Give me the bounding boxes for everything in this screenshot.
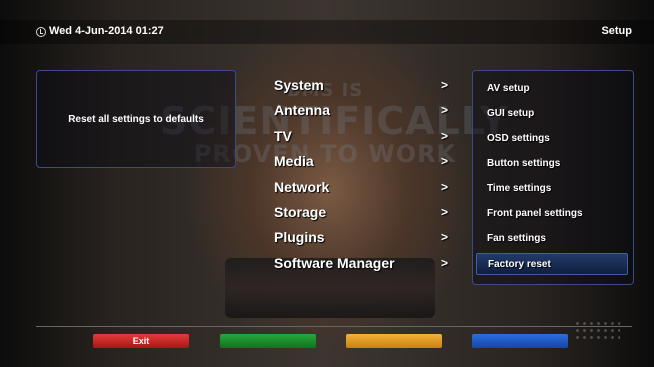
datetime-label: Wed 4-Jun-2014 01:27 [49,25,164,37]
yellow-button[interactable] [346,334,442,348]
menu-item-network[interactable]: Network > [274,176,464,201]
chevron-right-icon: > [441,154,449,169]
chevron-right-icon: > [441,103,449,118]
menu-item-label: Antenna [274,102,330,119]
submenu-item-time-settings[interactable]: Time settings [473,178,633,200]
submenu-item-label: Factory reset [488,259,551,270]
menu-item-storage[interactable]: Storage > [274,201,464,226]
clock-icon [36,27,46,37]
menu-item-label: System [274,77,324,93]
menu-item-label: Network [274,178,330,195]
tv-screen: BMS IS SCIENTIFICALLY PROVEN TO WORK Wed… [0,0,654,367]
chevron-right-icon: > [441,255,449,270]
chevron-right-icon: > [441,128,449,143]
chevron-right-icon: > [441,179,449,194]
main-menu: System > Antenna > TV > Media > Network … [274,74,464,277]
chevron-right-icon: > [441,78,449,92]
menu-item-label: Plugins [274,229,325,246]
submenu-item-label: Button settings [487,158,561,169]
menu-item-tv[interactable]: TV > [274,125,464,150]
submenu-item-factory-reset[interactable]: Factory reset [476,253,628,275]
menu-item-system[interactable]: System > [274,74,464,99]
exit-button[interactable]: Exit [93,334,189,348]
description-text: Reset all settings to defaults [68,113,204,125]
submenu-item-label: GUI setup [487,108,535,119]
footer-divider [36,326,632,327]
submenu-item-label: AV setup [487,83,530,94]
submenu-item-button-settings[interactable]: Button settings [473,153,633,175]
menu-item-label: Software Manager [274,254,395,271]
menu-item-label: Storage [274,203,327,220]
submenu-item-fan-settings[interactable]: Fan settings [473,228,633,250]
submenu-item-front-panel-settings[interactable]: Front panel settings [473,203,633,225]
submenu-item-av-setup[interactable]: AV setup [473,78,633,100]
chevron-right-icon: > [441,204,449,219]
green-button[interactable] [220,334,316,348]
submenu-item-label: OSD settings [487,133,550,144]
description-box: Reset all settings to defaults [36,70,236,168]
decorative-dots [574,320,620,342]
menu-item-media[interactable]: Media > [274,150,464,175]
submenu-item-osd-settings[interactable]: OSD settings [473,128,633,150]
menu-item-label: Media [274,153,314,170]
page-title: Setup [601,25,632,37]
menu-item-plugins[interactable]: Plugins > [274,226,464,251]
submenu-item-label: Fan settings [487,233,546,244]
chevron-right-icon: > [441,230,449,245]
submenu-item-label: Time settings [487,183,552,194]
submenu-item-label: Front panel settings [487,208,583,219]
menu-item-label: TV [274,127,292,144]
blue-button[interactable] [472,334,568,348]
submenu-item-gui-setup[interactable]: GUI setup [473,103,633,125]
menu-item-software-manager[interactable]: Software Manager > [274,252,464,277]
submenu-panel: AV setup GUI setup OSD settings Button s… [472,70,634,285]
menu-item-antenna[interactable]: Antenna > [274,99,464,124]
